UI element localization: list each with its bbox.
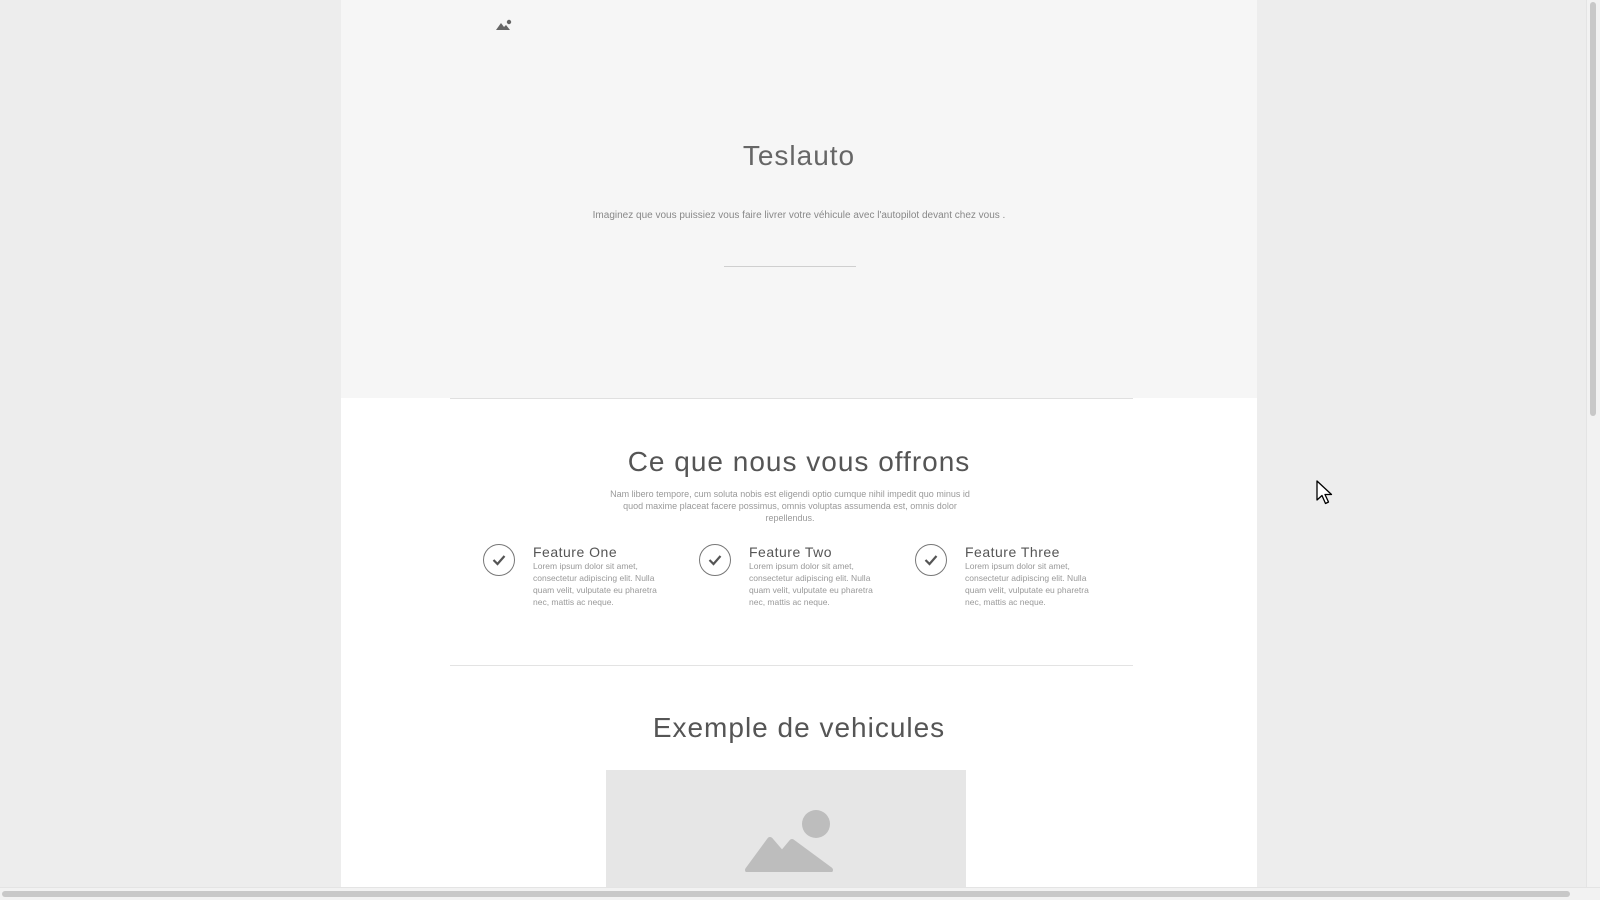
check-circle-icon [699,544,731,576]
mouse-pointer-icon [1316,480,1334,511]
check-circle-icon [483,544,515,576]
vehicles-title: Exemple de vehicules [652,712,946,743]
offers-title: Ce que nous vous offrons [627,446,971,477]
feature-title: Feature Two [749,544,833,560]
check-circle-icon [915,544,947,576]
section-divider [450,398,1133,399]
feature-description: Lorem ipsum dolor sit amet, consectetur … [749,561,873,607]
feature-title: Feature Three [965,544,1060,560]
hero-section: Teslauto Imaginez que vous puissiez vous… [341,0,1257,398]
offers-description: Nam libero tempore, cum soluta nobis est… [610,489,970,523]
feature-item: Feature One Lorem ipsum dolor sit amet, … [483,544,683,614]
page-container: Teslauto Imaginez que vous puissiez vous… [341,0,1257,888]
feature-description: Lorem ipsum dolor sit amet, consectetur … [965,561,1089,607]
hero-title: Teslauto [742,140,856,171]
vertical-scrollbar-thumb[interactable] [1590,2,1596,416]
vehicle-image[interactable] [606,770,966,888]
image-placeholder-icon [745,810,833,872]
vertical-scrollbar[interactable] [1586,0,1600,888]
hero-divider [724,266,856,267]
horizontal-scrollbar[interactable] [0,887,1600,900]
feature-item: Feature Three Lorem ipsum dolor sit amet… [915,544,1115,614]
feature-item: Feature Two Lorem ipsum dolor sit amet, … [699,544,899,614]
feature-title: Feature One [533,544,618,560]
horizontal-scrollbar-thumb[interactable] [2,891,1570,897]
image-placeholder-icon[interactable] [495,18,513,32]
feature-description: Lorem ipsum dolor sit amet, consectetur … [533,561,657,607]
hero-subtitle: Imaginez que vous puissiez vous faire li… [592,210,1006,221]
section-divider [450,665,1133,666]
